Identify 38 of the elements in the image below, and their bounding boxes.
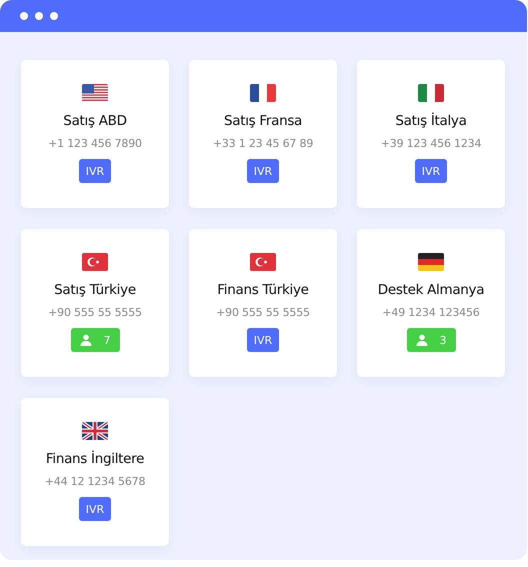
phone-number: +90 555 55 5555 [216,306,310,319]
flag-icon [82,84,108,102]
ivr-badge: IVR [414,159,448,183]
phone-number: +33 1 23 45 67 89 [212,137,314,150]
number-card[interactable]: Satış İtalya +39 123 456 1234 IVR [357,60,505,208]
phone-number: +90 555 55 5555 [48,306,142,319]
flag-icon [418,84,444,102]
line-name: Satış Fransa [224,113,302,129]
person-icon [80,334,92,346]
number-card[interactable]: Satış ABD +1 123 456 7890 IVR [21,60,169,208]
window-controls-icon[interactable] [19,11,59,21]
flag-icon [82,422,108,440]
ivr-badge: IVR [78,497,112,521]
phone-number: +39 123 456 1234 [380,137,482,150]
number-card[interactable]: Finans İngiltere +44 12 1234 5678 IVR [21,398,169,546]
flag-icon [82,253,108,271]
phone-number: +44 12 1234 5678 [44,475,146,488]
person-icon [416,334,428,346]
flag-icon [250,84,276,102]
line-name: Destek Almanya [378,282,484,298]
line-name: Satış İtalya [395,113,467,129]
line-name: Finans İngiltere [46,451,144,467]
ivr-badge: IVR [246,159,280,183]
phone-number: +1 123 456 7890 [48,137,142,150]
flag-icon [250,253,276,271]
agent-count: 7 [104,334,110,346]
number-card[interactable]: Destek Almanya +49 1234 123456 3 [357,229,505,377]
number-card[interactable]: Satış Fransa +33 1 23 45 67 89 IVR [189,60,337,208]
ivr-badge: IVR [78,159,112,183]
line-name: Satış ABD [63,113,127,129]
line-name: Satış Türkiye [54,282,136,298]
line-name: Finans Türkiye [217,282,309,298]
agent-count: 3 [440,334,446,346]
number-card[interactable]: Finans Türkiye +90 555 55 5555 IVR [189,229,337,377]
flag-icon [418,253,444,271]
phone-number: +49 1234 123456 [382,306,480,319]
number-card[interactable]: Satış Türkiye +90 555 55 5555 7 [21,229,169,377]
ivr-badge: IVR [246,328,280,352]
